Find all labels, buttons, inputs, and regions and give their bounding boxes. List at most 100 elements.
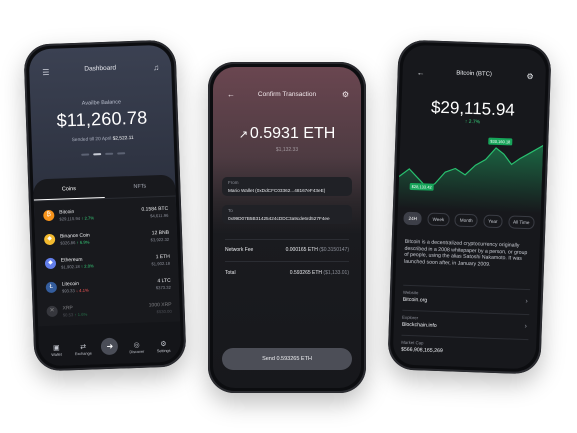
website-row[interactable]: Website Bitcoin.org › (403, 290, 530, 307)
nav-label: Wallet (51, 352, 62, 357)
carousel-dot[interactable] (117, 152, 126, 155)
coin-fiat: $4,611.96 (149, 212, 169, 219)
coin-price-value: $326.86 (60, 240, 76, 246)
coin-name: Bitcoin (59, 209, 75, 216)
transaction-amount: ↗ 0.5931 ETH (213, 125, 361, 143)
price-chart-area (397, 145, 544, 214)
gear-icon[interactable]: ⚙ (342, 90, 349, 99)
fee-label: Network Fee (225, 247, 254, 253)
total-fiat: ($1,133.01) (323, 270, 349, 276)
page-title: Confirm Transaction (257, 91, 317, 98)
page-title: Dashboard (84, 64, 117, 73)
gear-icon[interactable]: ⚙ (526, 72, 533, 81)
amount-value: 0.5931 ETH (249, 125, 336, 142)
market-cap-row: Market Cap $566,908,165,269 (401, 340, 528, 357)
price-chart[interactable]: $30,160.18 $28,133.42 (397, 127, 544, 214)
dashboard-screen: ☰ Dashboard ♫ Availbe Balance $11,260.78… (28, 44, 182, 367)
carousel-dot[interactable] (105, 152, 114, 155)
balance-amount: $11,260.78 (56, 107, 148, 131)
from-card[interactable]: From Mario Wallet (0xDdCFC03362...48167e… (222, 177, 352, 196)
coin-amount: 0.1584 BTC (141, 205, 169, 213)
range-all-time[interactable]: All Time (507, 215, 535, 230)
explorer-row[interactable]: Explorer Blockchain.info › (402, 315, 529, 332)
nav-label: Settings (156, 348, 171, 354)
coin-change: ↑ 2.7% (81, 215, 95, 221)
fee-value-group: 0.000165 ETH ($0.3150147) (286, 247, 349, 253)
coin-row-ethereum[interactable]: ◆ Ethereum $1,902.18 ↑ 2.0% 1 ETH $1,902… (44, 251, 171, 275)
arrow-up-right-icon: ↗ (238, 129, 248, 141)
menu-icon[interactable]: ☰ (42, 68, 49, 77)
coin-row-litecoin[interactable]: Ł Litecoin $93.33 ↓ 4.1% 4 LTC $373.32 (45, 275, 172, 299)
bitcoin-icon: ₿ (43, 209, 55, 222)
nav-wallet[interactable]: ▣ Wallet (45, 343, 67, 357)
fee-fiat: ($0.3150147) (319, 247, 349, 253)
nav-exchange[interactable]: ⇄ Exchange (72, 342, 94, 356)
chart-low-tag: $28,133.42 (409, 182, 434, 191)
litecoin-icon: Ł (45, 281, 58, 294)
nav-label: Exchange (74, 351, 92, 357)
total-label: Total (225, 270, 236, 276)
notification-icon[interactable]: ♫ (153, 63, 159, 72)
network-fee-row: Network Fee 0.000165 ETH ($0.3150147) (225, 247, 349, 253)
nav-discover[interactable]: ◎ Discover (126, 341, 148, 355)
nav-settings[interactable]: ⚙ Settings (152, 340, 174, 354)
divider (225, 261, 349, 262)
coin-change: ↑ 6.9% (76, 239, 90, 246)
chart-high-tag: $30,160.18 (488, 137, 513, 146)
coin-amount: 1000 XRP (148, 301, 172, 309)
fee-value: 0.000165 ETH (285, 247, 318, 253)
range-month[interactable]: Month (454, 213, 478, 228)
range-24h[interactable]: 24H (403, 211, 423, 226)
coin-change: ↓ 4.1% (75, 287, 89, 294)
dashboard-header: ☰ Dashboard ♫ (29, 63, 171, 82)
total-value: 0.593265 ETH (289, 270, 323, 276)
sended-amount: $2,522.11 (112, 135, 134, 142)
tab-coins[interactable]: Coins (33, 177, 105, 201)
coin-price-value: $1,902.18 (61, 263, 80, 270)
carousel-dot[interactable] (81, 153, 90, 156)
discover-icon: ◎ (133, 341, 140, 350)
send-icon: ➜ (101, 337, 119, 356)
ethereum-icon: ◆ (44, 257, 57, 270)
coin-price: $0.53 ↑ 1.6% (63, 312, 88, 318)
chevron-right-icon: › (525, 298, 528, 306)
divider (225, 239, 349, 240)
range-week[interactable]: Week (427, 212, 450, 227)
coin-price: $29,115.94 ↑ 2.7% (59, 215, 94, 221)
coin-price-value: $93.33 (61, 288, 75, 294)
confirm-screen: ← Confirm Transaction ⚙ ↗ 0.5931 ETH $1,1… (213, 67, 361, 388)
to-address: 0x99D07B5B31425424cDDC3a9cde6rd527F4ee (228, 216, 330, 221)
asset-tabs: Coins NFTs (33, 174, 176, 202)
coin-name: Binance Coin (59, 232, 90, 240)
coin-row-binance[interactable]: ◆ Binance Coin $326.86 ↑ 6.9% 12 BNB $3,… (43, 227, 170, 251)
confirm-phone: ← Confirm Transaction ⚙ ↗ 0.5931 ETH $1,1… (208, 62, 366, 393)
from-label: From (228, 180, 239, 185)
coin-change: ↑ 1.6% (74, 311, 88, 318)
bottom-nav: ▣ Wallet ⇄ Exchange ➜ ◎ Discover ⚙ Settings (38, 321, 182, 367)
total-row: Total 0.593265 ETH ($1,133.01) (225, 270, 349, 276)
coin-detail-header: ← Bitcoin (BTC) ⚙ (403, 68, 546, 81)
coin-change: ↑ 2.0% (80, 263, 94, 269)
coin-price: $1,902.18 ↑ 2.0% (61, 263, 94, 269)
to-card[interactable]: To 0x99D07B5B31425424cDDC3a9cde6rd527F4e… (222, 205, 352, 224)
nav-send[interactable]: ➜ (99, 337, 122, 356)
coin-description: Bitcoin is a decentralized cryptocurrenc… (403, 238, 528, 268)
dashboard-phone: ☰ Dashboard ♫ Availbe Balance $11,260.78… (23, 39, 187, 372)
exchange-icon: ⇄ (80, 343, 87, 351)
send-button[interactable]: Send 0.593265 ETH (222, 348, 352, 370)
back-arrow-icon[interactable]: ← (417, 68, 425, 77)
coin-price-value: $29,115.94 (59, 215, 81, 222)
coin-detail-phone: ← Bitcoin (BTC) ⚙ $29,115.94 ↑ 2.7% $30,… (387, 39, 552, 375)
to-label: To (228, 208, 233, 213)
range-year[interactable]: Year (483, 214, 503, 229)
coin-row-bitcoin[interactable]: ₿ Bitcoin $29,115.94 ↑ 2.7% 0.1584 BTC $… (43, 203, 169, 227)
tab-nfts[interactable]: NFTs (104, 175, 176, 198)
coin-price: $93.33 ↓ 4.1% (62, 288, 89, 294)
back-arrow-icon[interactable]: ← (227, 90, 235, 99)
coin-row-xrp[interactable]: ✕ XRP $0.53 ↑ 1.6% 1000 XRP $530.00 (46, 299, 172, 323)
carousel-dots[interactable] (32, 151, 174, 157)
carousel-dot-active[interactable] (93, 153, 102, 155)
coin-price: $326.86 ↑ 6.9% (60, 240, 89, 246)
price-chart-svg (397, 145, 544, 214)
page-title: Bitcoin (BTC) (456, 70, 493, 78)
